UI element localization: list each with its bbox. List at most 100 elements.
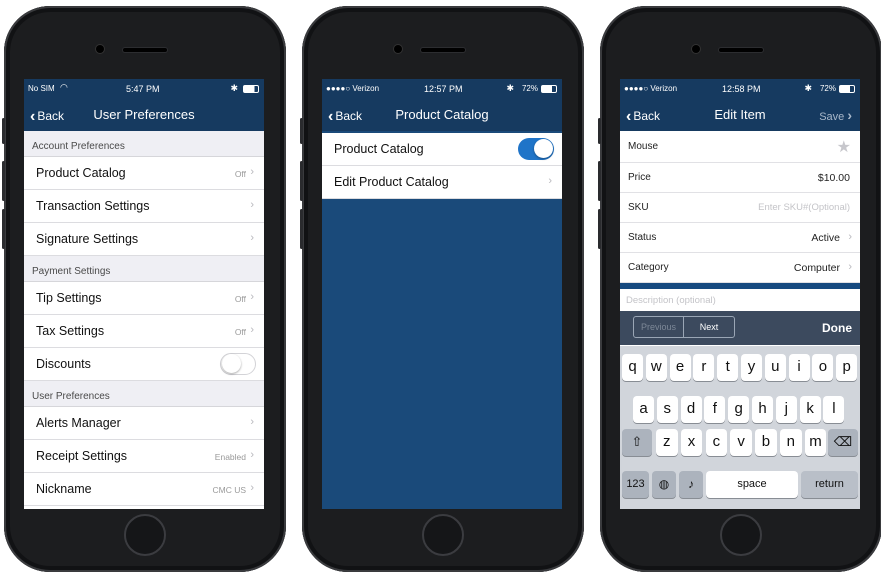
next-button[interactable]: Next [684, 317, 734, 337]
row-label: Tip Settings [36, 291, 102, 305]
row-edit-product-catalog[interactable]: Edit Product Catalog › [322, 166, 562, 199]
previous-button[interactable]: Previous [634, 317, 684, 337]
row-transaction-settings[interactable]: Transaction Settings › [24, 190, 264, 223]
key-a[interactable]: a [633, 396, 654, 423]
row-tip-settings[interactable]: Tip Settings Off › [24, 282, 264, 315]
key-h[interactable]: h [752, 396, 773, 423]
phone-frame-user-preferences: No SIM ◠ 5:47 PM ✱ ‹ Back User Preference… [2, 6, 286, 572]
chevron-right-icon: › [848, 231, 852, 243]
star-icon[interactable]: ★ [837, 137, 851, 157]
camera-icon [692, 45, 700, 53]
home-button[interactable] [124, 514, 166, 556]
shift-key[interactable]: ⇧ [622, 429, 652, 456]
status-label: Status [628, 232, 657, 243]
key-k[interactable]: k [799, 396, 821, 423]
row-alerts-manager[interactable]: Alerts Manager › [24, 407, 264, 440]
backspace-key[interactable]: ⌫ [828, 429, 858, 456]
row-tax-settings[interactable]: Tax Settings Off › [24, 315, 264, 348]
price-value: $10.00 [817, 172, 850, 184]
price-field[interactable]: Price $10.00 [620, 163, 860, 193]
bluetooth-icon: ✱ [506, 83, 514, 93]
row-product-catalog[interactable]: Product Catalog Off › [24, 157, 264, 190]
discounts-toggle[interactable] [220, 353, 256, 375]
phone-volume-down [598, 209, 601, 249]
bluetooth-icon: ✱ [804, 83, 812, 93]
camera-icon [394, 45, 402, 53]
key-y[interactable]: y [741, 354, 762, 381]
key-l[interactable]: l [823, 396, 845, 423]
carrier-label: ●●●●○ Verizon [326, 84, 380, 93]
item-name-field[interactable]: Mouse ★ [620, 131, 860, 163]
price-label: Price [628, 172, 651, 183]
key-e[interactable]: e [669, 354, 691, 381]
battery-icon [243, 85, 259, 93]
product-catalog-toggle[interactable] [518, 138, 554, 160]
key-s[interactable]: s [656, 396, 678, 423]
row-signature-settings[interactable]: Signature Settings › [24, 223, 264, 256]
description-field[interactable]: Description (optional) [620, 289, 860, 311]
chevron-right-icon: › [250, 291, 254, 303]
wifi-icon: ◠ [60, 82, 68, 92]
nav-bar: ‹ Back User Preferences [24, 99, 264, 131]
save-label: Save [819, 111, 845, 123]
camera-icon [96, 45, 104, 53]
item-name-value: Mouse [628, 141, 659, 152]
keyboard-toolbar: Previous Next Done [620, 311, 860, 345]
row-label: Receipt Settings [36, 449, 128, 463]
status-time: 12:57 PM [424, 84, 463, 94]
phone-side-button [598, 118, 601, 144]
row-value: Off [234, 294, 246, 304]
key-z[interactable]: z [656, 429, 678, 456]
row-label: Alerts Manager [36, 416, 121, 430]
category-value: Computer [793, 262, 840, 274]
screen-edit-item: ●●●●○ Verizon 12:58 PM ✱ 72% ‹ Back Edit … [620, 79, 860, 509]
microphone-icon[interactable]: ♪ [679, 471, 703, 498]
key-t[interactable]: t [717, 354, 739, 381]
carrier-label: No SIM [28, 84, 55, 93]
category-field[interactable]: Category Computer › [620, 253, 860, 283]
section-header-account: Account Preferences [24, 131, 264, 157]
numbers-key[interactable]: 123 [622, 471, 649, 498]
key-q[interactable]: q [622, 354, 643, 381]
toggle-knob [222, 354, 241, 373]
sku-field[interactable]: SKU Enter SKU#(Optional) [620, 193, 860, 223]
key-x[interactable]: x [680, 429, 703, 456]
key-g[interactable]: g [728, 396, 750, 423]
key-m[interactable]: m [804, 429, 827, 456]
row-receipt-settings[interactable]: Receipt Settings Enabled › [24, 440, 264, 473]
home-button[interactable] [422, 514, 464, 556]
globe-icon[interactable]: ◍ [652, 471, 676, 498]
save-button[interactable]: Save › [819, 107, 852, 123]
done-button[interactable]: Done [822, 321, 852, 335]
keyboard: qwertyuiop asdfghjkl zxcvbnm ⇧ ⌫ 123 ◍ ♪… [620, 346, 860, 509]
phone-volume-down [2, 209, 5, 249]
chevron-right-icon: › [250, 482, 254, 494]
battery-percent: 72% [521, 84, 538, 93]
key-n[interactable]: n [780, 429, 802, 456]
chevron-right-icon: › [847, 107, 852, 123]
key-o[interactable]: o [812, 354, 834, 381]
return-key[interactable]: return [801, 471, 858, 498]
row-label: Product Catalog [36, 166, 126, 180]
category-label: Category [628, 262, 669, 273]
home-button[interactable] [720, 514, 762, 556]
key-j[interactable]: j [775, 396, 797, 423]
key-v[interactable]: v [730, 429, 752, 456]
key-p[interactable]: p [836, 354, 858, 381]
row-label: Discounts [36, 357, 91, 371]
key-b[interactable]: b [755, 429, 777, 456]
key-w[interactable]: w [645, 354, 667, 381]
key-i[interactable]: i [788, 354, 810, 381]
space-key[interactable]: space [706, 471, 798, 498]
key-c[interactable]: c [705, 429, 728, 456]
screen-product-catalog: ●●●●○ Verizon 12:57 PM ✱ 72% ‹ Back Produ… [322, 79, 562, 509]
key-d[interactable]: d [680, 396, 702, 423]
status-field[interactable]: Status Active › [620, 223, 860, 253]
key-u[interactable]: u [764, 354, 786, 381]
row-nickname[interactable]: Nickname CMC US › [24, 473, 264, 506]
row-value: Off [234, 327, 246, 337]
speaker-grille [719, 48, 763, 52]
battery-percent: 72% [819, 84, 836, 93]
key-r[interactable]: r [693, 354, 715, 381]
key-f[interactable]: f [704, 396, 726, 423]
